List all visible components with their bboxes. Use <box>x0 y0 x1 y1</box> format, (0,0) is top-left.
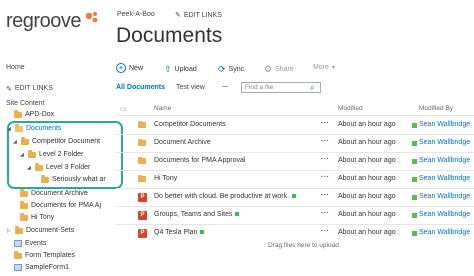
folder-icon <box>138 120 146 128</box>
expand-triangle-icon: ◢ <box>27 164 31 171</box>
regroove-logo[interactable]: regroove <box>6 10 81 33</box>
tree-item-document-archive[interactable]: Document Archive <box>20 189 88 197</box>
nav-edit-links[interactable]: ✎ EDIT LINKS <box>6 85 53 93</box>
new-item-icon <box>200 230 205 235</box>
sync-button[interactable]: ⟳ Sync <box>218 64 244 75</box>
table-row[interactable]: P Groups, Teams and Sites ··· About an h… <box>116 207 474 224</box>
sync-icon: ⟳ <box>218 64 226 74</box>
folder-icon <box>20 189 28 197</box>
folder-icon <box>21 137 29 145</box>
table-row[interactable]: Competitor Documents ··· About an hour a… <box>116 117 474 134</box>
folder-icon <box>14 251 22 259</box>
plus-icon: + <box>116 63 126 73</box>
presence-indicator <box>412 159 417 164</box>
table-row[interactable]: P Q4 Tesla Plan ··· About an hour ago Se… <box>116 225 474 242</box>
table-row[interactable]: Document Archive ··· About an hour ago S… <box>116 135 474 152</box>
row-menu-button[interactable]: ··· <box>321 120 330 127</box>
pencil-icon: ✎ <box>175 12 181 19</box>
table-row[interactable]: Hi Tony ··· About an hour ago Sean Wallb… <box>116 171 474 188</box>
folder-icon <box>15 226 23 234</box>
folder-icon <box>138 138 146 146</box>
breadcrumb[interactable]: Peek-A-Boo <box>117 11 155 18</box>
column-header-name[interactable]: Name <box>154 105 171 112</box>
file-type-header-icon: ▭ <box>120 106 127 113</box>
folder-icon <box>14 110 22 118</box>
folder-icon <box>20 213 28 221</box>
share-icon: ⚙ <box>264 64 273 74</box>
folder-icon <box>15 124 23 132</box>
new-button[interactable]: + New <box>116 63 143 73</box>
drag-upload-hint[interactable]: Drag files here to upload <box>268 242 339 249</box>
views-more-button[interactable]: ... <box>222 82 228 89</box>
presence-indicator <box>412 213 417 218</box>
view-test[interactable]: Test view <box>176 84 205 91</box>
folder-icon <box>20 201 28 209</box>
row-menu-button[interactable]: ··· <box>321 192 330 199</box>
upload-button[interactable]: ⇧ Upload <box>164 64 197 75</box>
table-row[interactable]: Documents for PMA Approval ··· About an … <box>116 153 474 170</box>
powerpoint-icon: P <box>138 211 147 220</box>
search-icon[interactable]: ⌕ <box>310 83 314 93</box>
presence-indicator <box>412 231 417 236</box>
presence-indicator <box>412 141 417 146</box>
tree-item-seriously-what[interactable]: Seriously what ar <box>41 175 106 183</box>
folder-icon <box>41 175 49 183</box>
tree-item-hi-tony[interactable]: Hi Tony <box>20 213 54 221</box>
search-input[interactable]: Find a file <box>241 82 321 93</box>
nav-site-content[interactable]: Site Content <box>6 100 45 107</box>
calendar-icon <box>14 240 22 247</box>
chevron-down-icon: ▾ <box>331 65 335 71</box>
column-header-modified[interactable]: Modified <box>338 105 363 112</box>
tree-item-documents[interactable]: ◢ Documents <box>7 124 61 132</box>
presence-indicator <box>412 177 417 182</box>
new-item-icon <box>235 212 240 217</box>
expand-triangle-icon: ◢ <box>7 125 11 132</box>
edit-links-top[interactable]: ✎ EDIT LINKS <box>175 11 222 20</box>
new-item-icon <box>292 194 297 199</box>
collapse-triangle-icon: ▷ <box>7 227 11 234</box>
share-button[interactable]: ⚙ Share <box>264 64 294 75</box>
upload-arrow-icon: ⇧ <box>164 64 172 74</box>
row-menu-button[interactable]: ··· <box>321 138 330 145</box>
powerpoint-icon: P <box>138 193 147 202</box>
tree-item-events[interactable]: Events <box>14 240 46 247</box>
page-title: Documents <box>116 24 223 47</box>
nav-item-apd-dox[interactable]: APD-Dox <box>14 110 54 118</box>
nav-home[interactable]: Home <box>6 64 25 71</box>
powerpoint-icon: P <box>138 229 147 238</box>
view-all-documents[interactable]: All Documents <box>116 84 165 91</box>
row-menu-button[interactable]: ··· <box>321 174 330 181</box>
tree-item-competitor-documents[interactable]: ◢ Competitor Document <box>13 137 100 145</box>
list-icon <box>14 264 22 271</box>
folder-icon <box>138 156 146 164</box>
tree-item-level-2-folder[interactable]: ◢ Level 2 Folder <box>20 150 83 158</box>
logo-dots-icon <box>85 12 98 23</box>
tree-item-form-templates[interactable]: Form Templates <box>14 251 75 259</box>
more-button[interactable]: More ▾ <box>313 64 335 71</box>
presence-indicator <box>412 195 417 200</box>
folder-icon <box>35 163 43 171</box>
presence-indicator <box>412 123 417 128</box>
tree-item-documents-for-pma[interactable]: Documents for PMA Aj <box>20 201 101 209</box>
column-header-modified-by[interactable]: Modified By <box>419 105 453 112</box>
tree-item-level-3-folder[interactable]: ◢ Level 3 Folder <box>27 163 90 171</box>
tree-item-document-sets[interactable]: ▷ Document-Sets <box>7 226 74 234</box>
expand-triangle-icon: ◢ <box>20 151 24 158</box>
table-row[interactable]: P Do better with cloud. Be productive at… <box>116 189 474 206</box>
folder-icon <box>138 174 146 182</box>
pencil-icon: ✎ <box>6 86 12 93</box>
row-menu-button[interactable]: ··· <box>321 210 330 217</box>
folder-icon <box>28 150 36 158</box>
tree-item-sampleform1[interactable]: SampleForm1 <box>14 264 69 271</box>
row-menu-button[interactable]: ··· <box>321 156 330 163</box>
row-menu-button[interactable]: ··· <box>321 228 330 235</box>
expand-triangle-icon: ◢ <box>13 138 17 145</box>
